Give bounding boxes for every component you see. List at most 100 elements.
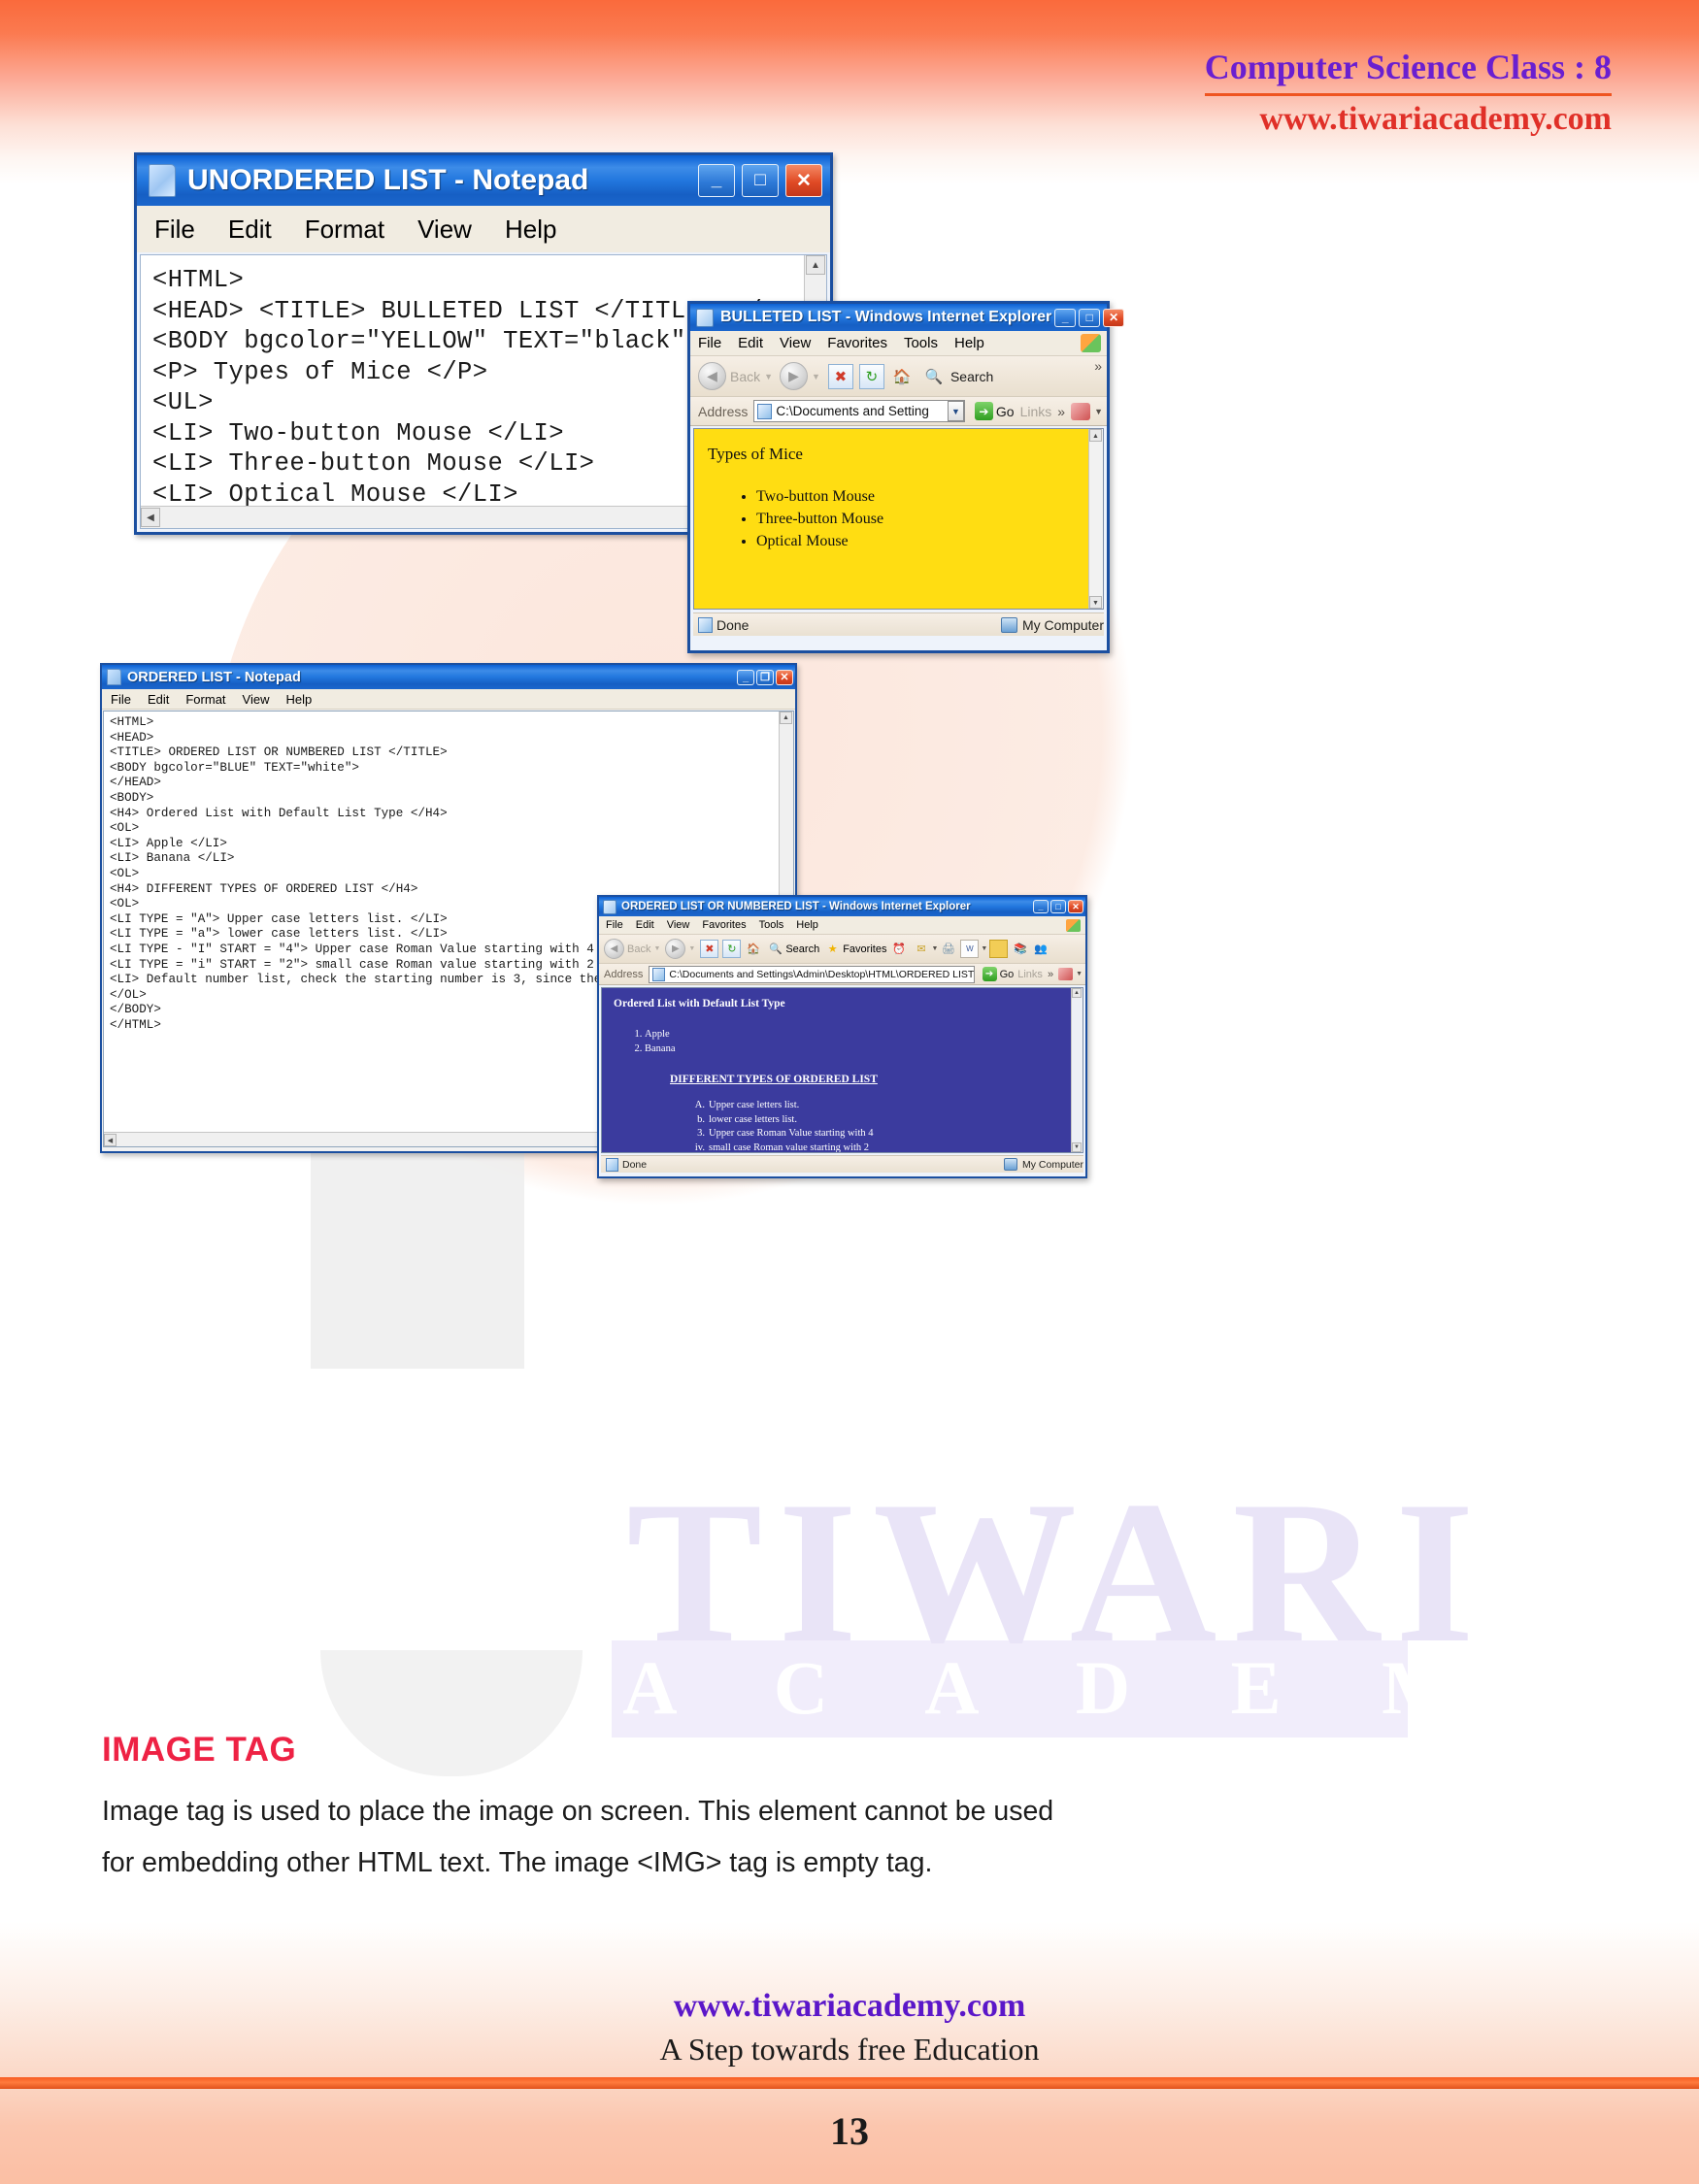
scroll-down-arrow-icon[interactable]: ▼: [1072, 1142, 1082, 1152]
address-bar[interactable]: Address C:\Documents and Setting ▼ ➔ Go …: [690, 397, 1107, 426]
menu-item-tools[interactable]: Tools: [759, 919, 784, 931]
history-icon[interactable]: ⏰: [890, 941, 907, 957]
menu-item-help[interactable]: Help: [954, 335, 984, 351]
home-icon[interactable]: 🏠: [745, 941, 761, 957]
scroll-left-arrow-icon[interactable]: ◀: [141, 508, 160, 527]
scroll-down-arrow-icon[interactable]: ▼: [1089, 596, 1102, 609]
menubar[interactable]: File Edit View Favorites Tools Help: [599, 916, 1085, 935]
scroll-up-arrow-icon[interactable]: ▲: [1072, 988, 1082, 998]
toolbar[interactable]: ◀ Back ▼ ▶ ▼ ✖ ↻ 🏠 🔍 Search »: [690, 356, 1107, 397]
address-bar[interactable]: Address C:\Documents and Settings\Admin\…: [599, 964, 1085, 985]
research-icon[interactable]: 📚: [1012, 941, 1028, 957]
address-input[interactable]: C:\Documents and Settings\Admin\Desktop\…: [649, 965, 975, 983]
links-label[interactable]: Links: [1020, 404, 1052, 419]
address-dropdown-icon[interactable]: ▼: [947, 401, 964, 421]
menu-item-favorites[interactable]: Favorites: [827, 335, 887, 351]
stop-icon[interactable]: ✖: [700, 940, 719, 958]
menubar[interactable]: File Edit Format View Help: [137, 206, 830, 252]
close-button[interactable]: ✕: [785, 164, 822, 197]
menu-item-file[interactable]: File: [606, 919, 623, 931]
back-icon[interactable]: ◀: [698, 362, 726, 390]
forward-icon[interactable]: ▶: [780, 362, 809, 390]
stop-icon[interactable]: ✖: [827, 363, 853, 389]
titlebar[interactable]: ORDERED LIST OR NUMBERED LIST - Windows …: [599, 897, 1085, 916]
address-input[interactable]: C:\Documents and Setting ▼: [753, 400, 965, 422]
titlebar[interactable]: BULLETED LIST - Windows Internet Explore…: [690, 304, 1125, 331]
scroll-left-arrow-icon[interactable]: ◀: [104, 1134, 117, 1146]
menu-item-view[interactable]: View: [243, 692, 270, 707]
maximize-button[interactable]: □: [742, 164, 779, 197]
forward-icon[interactable]: ▶: [665, 939, 686, 959]
go-button[interactable]: ➔ Go: [982, 967, 1014, 981]
minimize-button[interactable]: _: [1054, 308, 1077, 327]
close-button[interactable]: ✕: [1068, 900, 1083, 913]
menu-item-view[interactable]: View: [417, 215, 472, 245]
toolbar-addon-icon[interactable]: [1058, 968, 1074, 980]
edit-word-icon[interactable]: W: [960, 940, 980, 958]
window-ie-bulleted-list[interactable]: BULLETED LIST - Windows Internet Explore…: [687, 301, 1125, 653]
menu-item-tools[interactable]: Tools: [904, 335, 938, 351]
close-button[interactable]: ✕: [1103, 308, 1125, 327]
list-item: Apple: [645, 1027, 676, 1042]
page-vertical-scrollbar[interactable]: ▲ ▼: [1088, 429, 1103, 609]
refresh-icon[interactable]: ↻: [858, 363, 884, 389]
titlebar[interactable]: ORDERED LIST - Notepad _ ❐ ✕: [102, 665, 795, 689]
list-item-text: Upper case letters list.: [709, 1100, 800, 1110]
toolbar-addon-dropdown-icon[interactable]: ▼: [1094, 407, 1103, 416]
home-icon[interactable]: 🏠: [890, 365, 914, 388]
discuss-icon[interactable]: 👥: [1032, 941, 1049, 957]
window-ie-ordered-list[interactable]: ORDERED LIST OR NUMBERED LIST - Windows …: [597, 895, 1087, 1178]
menu-item-view[interactable]: View: [780, 335, 811, 351]
favorites-star-icon[interactable]: ★: [824, 941, 841, 957]
header-divider: [1204, 93, 1612, 96]
menu-item-favorites[interactable]: Favorites: [702, 919, 746, 931]
page-vertical-scrollbar[interactable]: ▲ ▼: [1071, 988, 1083, 1152]
menu-item-edit[interactable]: Edit: [738, 335, 763, 351]
menu-item-file[interactable]: File: [698, 335, 721, 351]
minimize-button[interactable]: _: [698, 164, 735, 197]
print-icon[interactable]: 🖨: [940, 941, 956, 957]
back-icon[interactable]: ◀: [604, 939, 624, 959]
menu-item-help[interactable]: Help: [285, 692, 312, 707]
scroll-up-arrow-icon[interactable]: ▲: [1089, 429, 1102, 442]
links-chevron-icon[interactable]: »: [1057, 404, 1065, 419]
menu-item-help[interactable]: Help: [796, 919, 818, 931]
search-icon[interactable]: 🔍: [922, 365, 946, 388]
menu-item-help[interactable]: Help: [505, 215, 556, 245]
menubar[interactable]: File Edit Format View Help: [102, 689, 795, 710]
windows-flag-icon: [1081, 334, 1101, 352]
refresh-icon[interactable]: ↻: [722, 940, 742, 958]
maximize-button[interactable]: □: [1079, 308, 1101, 327]
maximize-button[interactable]: ❐: [756, 669, 774, 685]
menu-item-view[interactable]: View: [667, 919, 690, 931]
toolbar-addon-icon[interactable]: [1071, 402, 1091, 420]
page-ordered-list-1: Apple Banana: [625, 1027, 676, 1056]
links-label[interactable]: Links: [1017, 969, 1043, 980]
menu-item-edit[interactable]: Edit: [228, 215, 272, 245]
browser-page-content: Types of Mice Two-button Mouse Three-but…: [693, 428, 1104, 610]
go-button[interactable]: ➔ Go: [974, 402, 1015, 420]
minimize-button[interactable]: _: [1033, 900, 1049, 913]
toolbar-overflow-chevron-icon[interactable]: »: [1094, 358, 1102, 374]
menubar[interactable]: File Edit View Favorites Tools Help: [690, 331, 1107, 356]
links-chevron-icon[interactable]: »: [1048, 969, 1053, 980]
status-text-right: My Computer: [1021, 1158, 1083, 1171]
scroll-up-arrow-icon[interactable]: ▲: [780, 711, 792, 724]
minimize-button[interactable]: _: [737, 669, 754, 685]
menu-item-file[interactable]: File: [111, 692, 131, 707]
menu-item-format[interactable]: Format: [305, 215, 384, 245]
maximize-button[interactable]: □: [1050, 900, 1066, 913]
titlebar[interactable]: UNORDERED LIST - Notepad _ □ ✕: [137, 155, 830, 206]
menu-item-edit[interactable]: Edit: [636, 919, 654, 931]
messenger-icon[interactable]: [989, 940, 1009, 958]
menu-item-file[interactable]: File: [154, 215, 195, 245]
scroll-up-arrow-icon[interactable]: ▲: [806, 255, 825, 275]
header-site-url: www.tiwariacademy.com: [1259, 101, 1612, 137]
close-button[interactable]: ✕: [776, 669, 793, 685]
search-icon[interactable]: 🔍: [767, 941, 783, 957]
mail-icon[interactable]: ✉: [913, 941, 929, 957]
toolbar[interactable]: ◀ Back ▼ ▶ ▼ ✖ ↻ 🏠 🔍 Search ★ Favorites …: [599, 935, 1085, 964]
menu-item-format[interactable]: Format: [185, 692, 225, 707]
menu-item-edit[interactable]: Edit: [148, 692, 169, 707]
toolbar-addon-dropdown-icon[interactable]: ▼: [1076, 971, 1083, 977]
